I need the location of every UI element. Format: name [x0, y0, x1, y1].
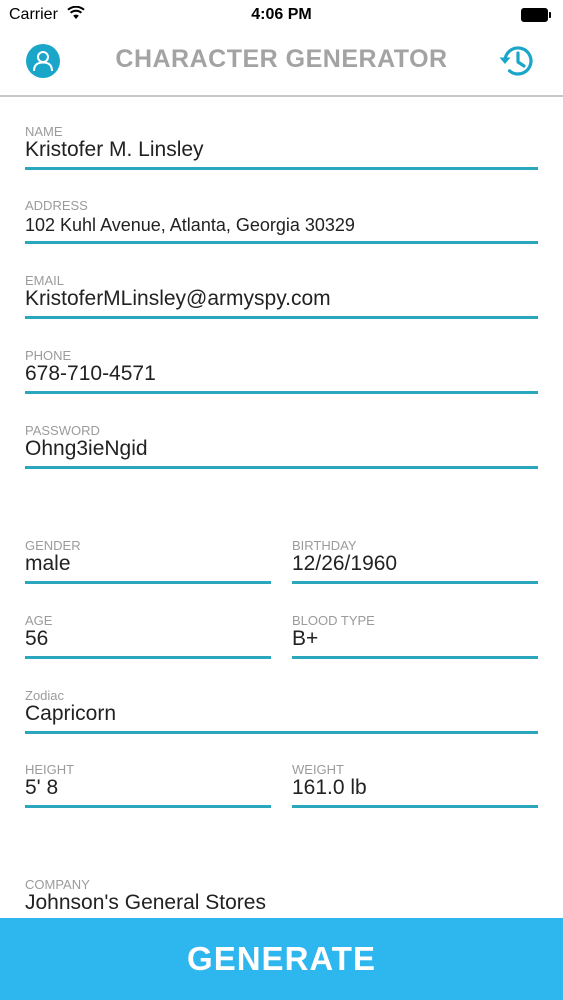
nav-bar: CHARACTER GENERATOR	[0, 30, 563, 97]
address-label: ADDRESS	[25, 198, 88, 213]
field-underline	[25, 731, 538, 734]
field-underline	[25, 581, 271, 584]
height-value[interactable]: 5' 8	[25, 776, 58, 800]
name-label: NAME	[25, 124, 63, 139]
email-field[interactable]: EMAIL KristoferMLinsley@armyspy.com	[25, 273, 538, 321]
password-field[interactable]: PASSWORD Ohng3ieNgid	[25, 423, 538, 471]
field-underline	[292, 656, 538, 659]
field-underline	[25, 391, 538, 394]
field-underline	[25, 316, 538, 319]
zodiac-field[interactable]: Zodiac Capricorn	[25, 688, 538, 736]
weight-value[interactable]: 161.0 lb	[292, 776, 367, 800]
status-bar: Carrier 4:06 PM	[0, 0, 563, 30]
height-field[interactable]: HEIGHT 5' 8	[25, 762, 271, 810]
age-label: AGE	[25, 613, 53, 628]
birthday-field[interactable]: BIRTHDAY 12/26/1960	[292, 538, 538, 586]
email-label: EMAIL	[25, 273, 65, 288]
weight-field[interactable]: WEIGHT 161.0 lb	[292, 762, 538, 810]
password-value[interactable]: Ohng3ieNgid	[25, 437, 148, 461]
blood-type-field[interactable]: BLOOD TYPE B+	[292, 613, 538, 661]
company-value[interactable]: Johnson's General Stores	[25, 891, 266, 915]
name-value[interactable]: Kristofer M. Linsley	[25, 138, 204, 162]
gender-label: GENDER	[25, 538, 81, 553]
field-underline	[292, 581, 538, 584]
password-label: PASSWORD	[25, 423, 100, 438]
age-field[interactable]: AGE 56	[25, 613, 271, 661]
zodiac-label: Zodiac	[25, 688, 65, 703]
generate-button[interactable]: GENERATE	[0, 918, 563, 1000]
age-value[interactable]: 56	[25, 627, 48, 651]
field-underline	[25, 241, 538, 244]
blood-type-value[interactable]: B+	[292, 627, 318, 651]
field-underline	[292, 805, 538, 808]
field-underline	[25, 167, 538, 170]
phone-field[interactable]: PHONE 678-710-4571	[25, 348, 538, 396]
field-underline	[25, 466, 538, 469]
weight-label: WEIGHT	[292, 762, 344, 777]
status-time: 4:06 PM	[251, 6, 312, 23]
phone-value[interactable]: 678-710-4571	[25, 362, 156, 386]
field-underline	[25, 805, 271, 808]
zodiac-value[interactable]: Capricorn	[25, 702, 116, 726]
birthday-value[interactable]: 12/26/1960	[292, 552, 397, 576]
field-underline	[25, 656, 271, 659]
address-value[interactable]: 102 Kuhl Avenue, Atlanta, Georgia 30329	[25, 215, 355, 236]
company-label: COMPANY	[25, 877, 90, 892]
battery-icon	[521, 8, 551, 22]
gender-field[interactable]: GENDER male	[25, 538, 271, 586]
phone-label: PHONE	[25, 348, 72, 363]
history-icon	[499, 46, 533, 76]
name-field[interactable]: NAME Kristofer M. Linsley	[25, 124, 538, 172]
page-title: CHARACTER GENERATOR	[115, 45, 448, 73]
birthday-label: BIRTHDAY	[292, 538, 357, 553]
gender-value[interactable]: male	[25, 552, 71, 576]
history-button[interactable]	[497, 42, 537, 80]
blood-type-label: BLOOD TYPE	[292, 613, 375, 628]
email-value[interactable]: KristoferMLinsley@armyspy.com	[25, 287, 331, 311]
height-label: HEIGHT	[25, 762, 75, 777]
address-field[interactable]: ADDRESS 102 Kuhl Avenue, Atlanta, Georgi…	[25, 198, 538, 246]
